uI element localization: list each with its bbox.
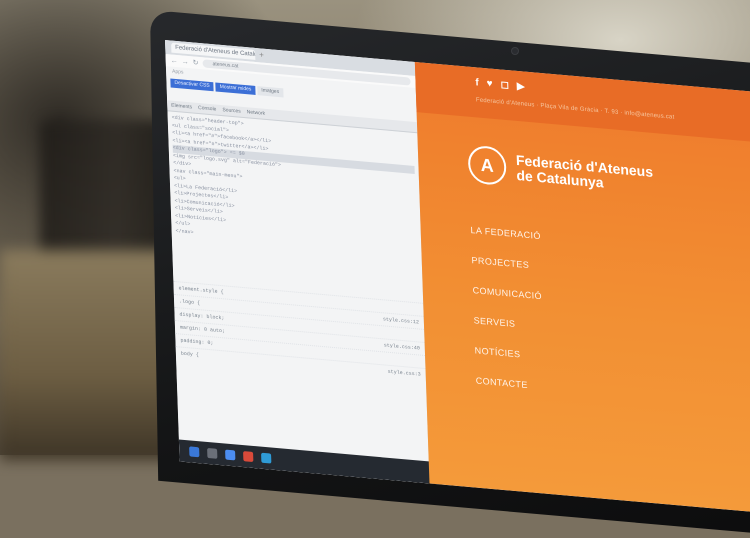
- styles-pane: element.style { .logo {style.css:12 disp…: [173, 280, 426, 382]
- social-links: f ♥ ◻ ▶: [475, 77, 525, 92]
- instagram-icon[interactable]: ◻: [500, 79, 509, 91]
- app-icon[interactable]: [243, 451, 254, 463]
- reload-icon[interactable]: ↻: [193, 58, 199, 67]
- devtools-panel: Elements Console Sources Network <div cl…: [167, 100, 440, 485]
- header-contact-line: Federació d'Ateneus · Plaça Vila de Gràc…: [475, 97, 675, 121]
- forward-icon[interactable]: →: [182, 58, 189, 66]
- webcam-icon: [512, 48, 518, 54]
- devtools-tab[interactable]: Sources: [222, 105, 241, 117]
- devtools-tab[interactable]: Network: [247, 107, 266, 119]
- logo-text: Federació d'Ateneus de Catalunya: [515, 151, 654, 191]
- main-menu: LA FEDERACIÓ PROJECTES COMUNICACIÓ SERVE…: [470, 215, 547, 402]
- browser-window: Federació d'Ateneus de Catalunya + ← → ↻…: [165, 40, 440, 485]
- start-icon[interactable]: [189, 446, 200, 458]
- plus-icon[interactable]: +: [259, 50, 264, 60]
- laptop-screen: Federació d'Ateneus de Catalunya + ← → ↻…: [165, 40, 750, 516]
- youtube-icon[interactable]: ▶: [517, 81, 525, 93]
- twitter-icon[interactable]: ♥: [486, 78, 492, 90]
- website-view: f ♥ ◻ ▶ Federació d'Ateneus · Plaça Vila…: [414, 61, 750, 516]
- app-icon[interactable]: [261, 452, 272, 464]
- toolbar-button-1[interactable]: Mostrar mides: [215, 82, 256, 95]
- menu-item-contacte[interactable]: CONTACTE: [475, 365, 546, 401]
- devtools-tab[interactable]: Elements: [171, 101, 192, 113]
- dom-tree: <div class="header-top"> <ul class="soci…: [167, 111, 421, 259]
- facebook-icon[interactable]: f: [475, 77, 479, 88]
- folder-icon[interactable]: [207, 447, 218, 459]
- back-icon[interactable]: ←: [171, 57, 178, 65]
- toolbar-button-2[interactable]: Imatges: [257, 86, 284, 98]
- logo-icon: A: [467, 144, 507, 187]
- toolbar-button-0[interactable]: Desactivar CSS: [170, 78, 214, 92]
- devtools-tab[interactable]: Console: [198, 103, 217, 115]
- site-logo[interactable]: A Federació d'Ateneus de Catalunya: [467, 144, 654, 199]
